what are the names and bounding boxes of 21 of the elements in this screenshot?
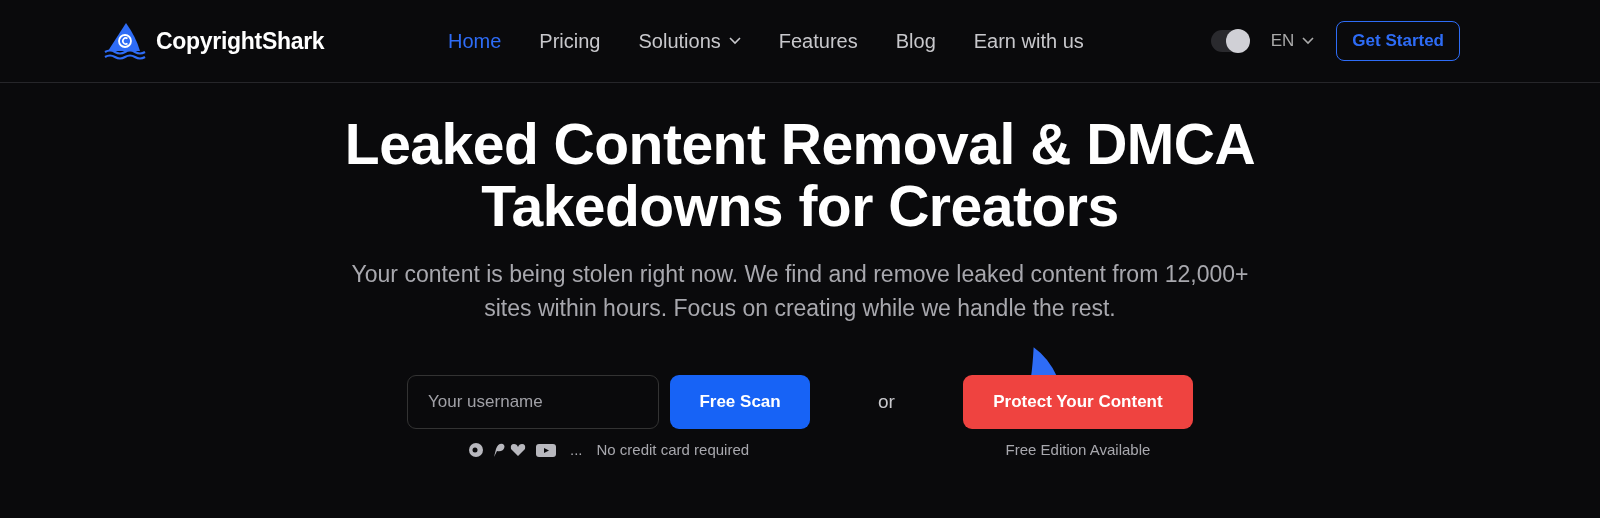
nav-link[interactable]: Pricing — [539, 29, 601, 53]
nav-link[interactable]: Features — [778, 29, 858, 53]
hero-subtitle: Your content is being stolen right now. We find and remove leaked content from 12,000+ sites within hours. Focus on creating while we handle the rest. — [350, 260, 1250, 323]
nav-link[interactable]: Blog — [895, 29, 936, 53]
username-field[interactable]: Your username — [407, 375, 660, 429]
shark-fin-logo — [104, 21, 146, 61]
brand-name[interactable]: CopyrightShark — [156, 27, 325, 55]
scan-note: No credit card required — [596, 441, 750, 458]
nav-link[interactable]: Solutions — [638, 29, 741, 53]
chevron-down-icon — [1302, 37, 1315, 45]
theme-toggle[interactable] — [1210, 30, 1249, 52]
hero-title: Leaked Content Removal & DMCA Takedowns for Creators — [343, 113, 1257, 237]
nav-link[interactable]: Earn with us — [973, 29, 1084, 53]
separator-text: or — [878, 391, 895, 413]
language-selector[interactable]: EN — [1270, 31, 1295, 51]
protect-note: Free Edition Available — [1005, 441, 1151, 458]
nav-link[interactable]: Home — [448, 29, 502, 53]
protect-content-button[interactable]: Protect Your Content — [962, 375, 1193, 429]
free-scan-button[interactable]: Free Scan — [670, 375, 811, 429]
more-platforms-ellipsis: ... — [570, 441, 583, 458]
get-started-button[interactable]: Get Started — [1336, 21, 1460, 61]
